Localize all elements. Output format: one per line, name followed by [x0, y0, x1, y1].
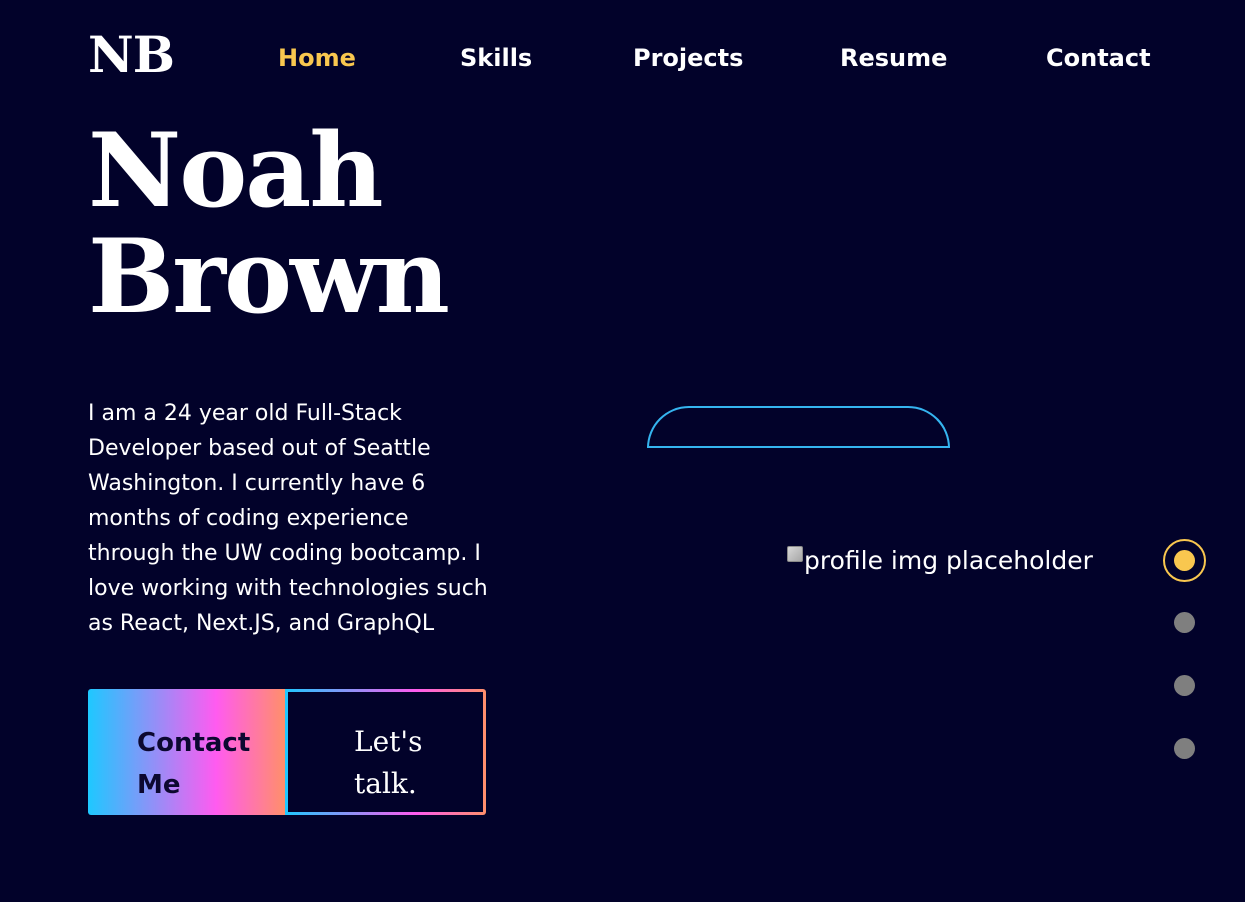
side-nav-dot-1[interactable] [1174, 550, 1195, 571]
page: NB Home Skills Projects Resume Contact N… [0, 0, 1245, 902]
side-nav-dot-3[interactable] [1174, 675, 1195, 696]
arc-decoration [647, 406, 950, 448]
site-logo[interactable]: NB [88, 30, 175, 80]
nav-link-projects[interactable]: Projects [633, 44, 743, 72]
side-nav-dot-2[interactable] [1174, 612, 1195, 633]
broken-image-icon [787, 546, 803, 562]
hero-button-row: Contact Me Let's talk. [88, 689, 486, 815]
lets-talk-button[interactable]: Let's talk. [285, 689, 486, 815]
nav-link-home[interactable]: Home [278, 44, 356, 72]
nav-link-contact[interactable]: Contact [1046, 44, 1151, 72]
hero-last-name: Brown [88, 217, 450, 337]
hero-first-name: Noah [88, 111, 384, 231]
hero-bio: I am a 24 year old Full-Stack Developer … [88, 401, 488, 636]
hero-name: Noah Brown [88, 111, 450, 337]
profile-image: profile img placeholder [787, 546, 1093, 575]
side-nav-dot-4[interactable] [1174, 738, 1195, 759]
contact-me-button[interactable]: Contact Me [88, 689, 285, 815]
profile-image-alt-text: profile img placeholder [804, 546, 1093, 575]
nav-link-skills[interactable]: Skills [460, 44, 532, 72]
nav-link-resume[interactable]: Resume [840, 44, 947, 72]
